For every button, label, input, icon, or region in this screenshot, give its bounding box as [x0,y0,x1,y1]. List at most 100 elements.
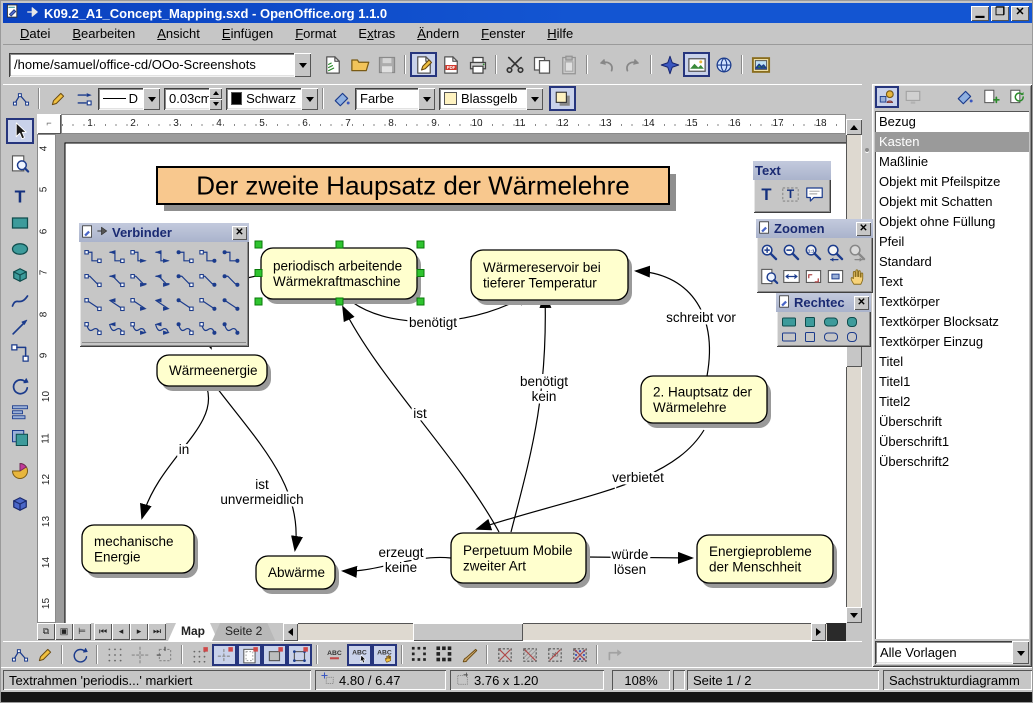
connector-type-r1c4[interactable] [150,244,173,268]
rectangle-tool[interactable] [6,210,34,236]
connector-type-r2c7[interactable] [219,268,242,292]
zoom-page-width[interactable] [780,264,803,288]
rectangle-filled[interactable] [778,314,799,329]
zoom-100[interactable]: 1:1 [802,240,825,264]
page-indicator[interactable]: Seite 1 / 2 [687,670,879,690]
label-benoetigt-kein[interactable]: kein [532,389,557,404]
square-filled[interactable] [799,314,820,329]
line-style-combo[interactable]: D [98,88,160,110]
style-filter-value[interactable]: Alle Vorlagen [875,645,1012,660]
style-filter-dropdown-button[interactable] [1012,641,1029,664]
close-icon[interactable]: ✕ [856,222,871,236]
scroll-right-button[interactable] [811,623,826,641]
large-handles[interactable] [432,644,457,666]
style-item-pfeil[interactable]: Pfeil [875,232,1029,252]
master-mode-icon[interactable]: ▣ [55,623,73,640]
text-insert[interactable]: T [755,182,778,206]
zoom-tool[interactable] [6,151,34,177]
style-item-textkörper-blocksatz[interactable]: Textkörper Blocksatz [875,312,1029,332]
pan[interactable] [846,264,869,288]
zoom-palette-titlebar[interactable]: Zoomen ✕ [756,219,873,238]
close-icon[interactable]: ✕ [232,226,247,240]
connector-type-r2c3[interactable] [127,268,150,292]
navigator[interactable] [656,52,683,77]
label-ist-unvermeidlich[interactable]: unvermeidlich [220,492,303,507]
edit-file[interactable] [410,52,437,77]
arrow-ends-button[interactable] [71,86,98,111]
style-item-überschrift1[interactable]: Überschrift1 [875,432,1029,452]
selection-handle[interactable] [255,241,262,248]
style-item-überschrift[interactable]: Überschrift [875,412,1029,432]
text-placeholder[interactable]: ab [542,644,567,666]
style-item-titel2[interactable]: Titel2 [875,392,1029,412]
snap-to-object-points[interactable] [287,644,312,666]
layer-mode-icon[interactable]: ⊨ [73,623,91,640]
copy[interactable] [528,52,555,77]
url-value[interactable]: /home/samuel/office-cd/OOo-Screenshots [9,57,294,72]
style-item-titel[interactable]: Titel [875,352,1029,372]
simple-handles[interactable] [407,644,432,666]
menu-einfügen[interactable]: Einfügen [211,24,284,43]
fill-type-dropdown-button[interactable] [418,88,435,110]
rounded-rectangle-outline[interactable] [820,329,841,344]
style-item-objekt-mit-pfeilspitze[interactable]: Objekt mit Pfeilspitze [875,172,1029,192]
menu-fenster[interactable]: Fenster [470,24,536,43]
contour-mode[interactable] [517,644,542,666]
label-wuerde-loesen[interactable]: lösen [614,562,646,577]
connector-type-r4c7[interactable] [219,316,242,340]
connector-type-r4c2[interactable] [104,316,127,340]
redo[interactable] [619,52,646,77]
page-template[interactable]: Sachstrukturdiagramm [883,670,1032,690]
node-energieprobleme-der-menschheit[interactable]: Energieproblemeder Menschheit [697,535,837,588]
style-item-text[interactable]: Text [875,272,1029,292]
width-down-button[interactable] [209,99,222,110]
connector-tool[interactable] [6,340,34,366]
alignment-tool[interactable] [6,399,34,425]
objects-3d-tool[interactable] [6,262,34,288]
horizontal-scroll-thumb[interactable] [413,623,523,641]
connector-type-r1c2[interactable] [104,244,127,268]
menu-ansicht[interactable]: Ansicht [146,24,211,43]
quick-edit[interactable] [32,644,57,666]
style-item-überschrift2[interactable]: Überschrift2 [875,452,1029,472]
menu-format[interactable]: Format [284,24,347,43]
connector-palette-titlebar[interactable]: Verbinder ✕ [79,223,249,242]
effects-tool[interactable] [6,491,34,517]
callout[interactable] [803,182,826,206]
picture-placeholder[interactable] [492,644,517,666]
select-text-area[interactable]: ABC [347,644,372,666]
fill-format-mode[interactable] [953,86,977,108]
menu-extras[interactable]: Extras [347,24,406,43]
label-wuerde-loesen[interactable]: würde [611,547,649,562]
zoom-optimal[interactable] [802,264,825,288]
line-style-dropdown-button[interactable] [143,88,160,110]
style-item-titel1[interactable]: Titel1 [875,372,1029,392]
edit-points-button[interactable] [7,86,34,111]
connector-type-r2c2[interactable] [104,268,127,292]
line-color-dropdown-button[interactable] [301,88,318,110]
rounded-rectangle-filled[interactable] [820,314,841,329]
snap-to-object-frame[interactable] [262,644,287,666]
page-mode-icon[interactable]: ⧉ [37,623,55,640]
connector-type-r3c6[interactable] [196,292,219,316]
selection-handle[interactable] [417,270,424,277]
scroll-left-button[interactable] [283,623,298,641]
paste[interactable] [555,52,582,77]
line-color-combo[interactable]: Schwarz [226,88,318,110]
next-page-button[interactable]: ▸ [130,623,148,640]
snap-to-snap-lines[interactable] [212,644,237,666]
exit-all-groups[interactable] [602,644,627,666]
selection-handle[interactable] [255,270,262,277]
guides-when-moving[interactable] [152,644,177,666]
connector-type-r1c1[interactable] [81,244,104,268]
connector-type-r4c5[interactable] [173,316,196,340]
line-width-value[interactable]: 0.03cm [164,91,209,106]
connector-type-r2c5[interactable] [173,268,196,292]
first-page-button[interactable]: ⏮ [94,623,112,640]
menu-datei[interactable]: Datei [9,24,61,43]
zoom-previous[interactable] [824,240,847,264]
label-erzeugt-keine[interactable]: keine [385,560,417,575]
node-periodisch-arbeitende-waermekraftmaschine[interactable]: periodisch arbeitendeWärmekraftmaschine [261,248,421,304]
fill-type-combo[interactable]: Farbe [355,88,435,110]
style-item-objekt-ohne-füllung[interactable]: Objekt ohne Füllung [875,212,1029,232]
